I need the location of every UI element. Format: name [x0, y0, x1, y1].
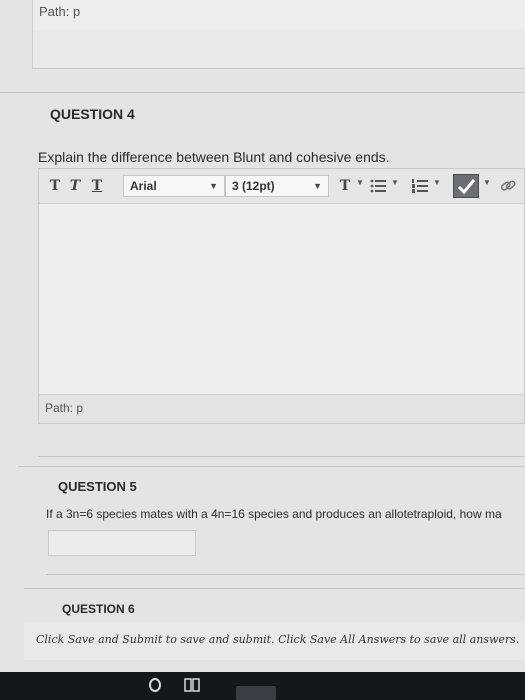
question-4-text: Explain the difference between Blunt and…	[38, 149, 390, 165]
previous-path-label: Path: p	[39, 4, 81, 19]
taskbar-app-icon[interactable]	[236, 686, 276, 700]
divider	[32, 68, 525, 69]
font-size-select[interactable]: 3 (12pt) ▼	[225, 175, 329, 197]
divider	[24, 588, 525, 589]
question-4-answer-area[interactable]	[39, 204, 524, 396]
taskbar	[0, 672, 525, 700]
editor-toolbar: T T T Arial ▼ 3 (12pt) ▼ T ▼ ▼ ▼ ▼	[39, 169, 524, 204]
chevron-down-icon[interactable]: ▼	[433, 178, 441, 187]
italic-button[interactable]: T	[65, 176, 85, 196]
question-6-title: QUESTION 6	[62, 602, 135, 616]
bold-button[interactable]: T	[45, 176, 65, 196]
editor-path-label: Path: p	[45, 401, 84, 415]
search-icon[interactable]	[148, 677, 162, 698]
question-4-editor: T T T Arial ▼ 3 (12pt) ▼ T ▼ ▼ ▼ ▼ Path:…	[38, 168, 525, 424]
editor-path-bar: Path: p	[39, 394, 524, 423]
question-5-answer-input[interactable]	[48, 530, 196, 556]
previous-path-bar: Path: p	[32, 0, 525, 30]
chevron-down-icon[interactable]: ▼	[356, 178, 364, 187]
font-family-select[interactable]: Arial ▼	[123, 175, 225, 197]
question-5-title: QUESTION 5	[58, 479, 137, 494]
spellcheck-icon[interactable]	[453, 174, 479, 198]
question-5-text: If a 3n=6 species mates with a 4n=16 spe…	[46, 507, 502, 521]
divider	[38, 456, 525, 457]
chevron-down-icon: ▼	[313, 181, 322, 191]
link-icon[interactable]	[499, 177, 517, 195]
text-color-icon[interactable]: T	[335, 176, 355, 196]
previous-editor-area[interactable]	[32, 30, 525, 68]
question-4-title: QUESTION 4	[50, 106, 135, 122]
task-view-icon[interactable]	[184, 678, 200, 697]
font-size-value: 3 (12pt)	[232, 179, 275, 193]
chevron-down-icon[interactable]: ▼	[483, 178, 491, 187]
font-family-value: Arial	[130, 179, 157, 193]
divider	[46, 574, 525, 575]
save-instructions: Click Save and Submit to save and submit…	[24, 622, 525, 660]
bullet-list-icon[interactable]	[369, 177, 387, 195]
numbered-list-icon[interactable]	[411, 177, 429, 195]
chevron-down-icon: ▼	[209, 181, 218, 191]
underline-button[interactable]: T	[87, 176, 107, 196]
chevron-down-icon[interactable]: ▼	[391, 178, 399, 187]
divider	[18, 466, 525, 467]
divider	[0, 92, 525, 93]
save-instructions-text: Click Save and Submit to save and submit…	[36, 633, 520, 646]
